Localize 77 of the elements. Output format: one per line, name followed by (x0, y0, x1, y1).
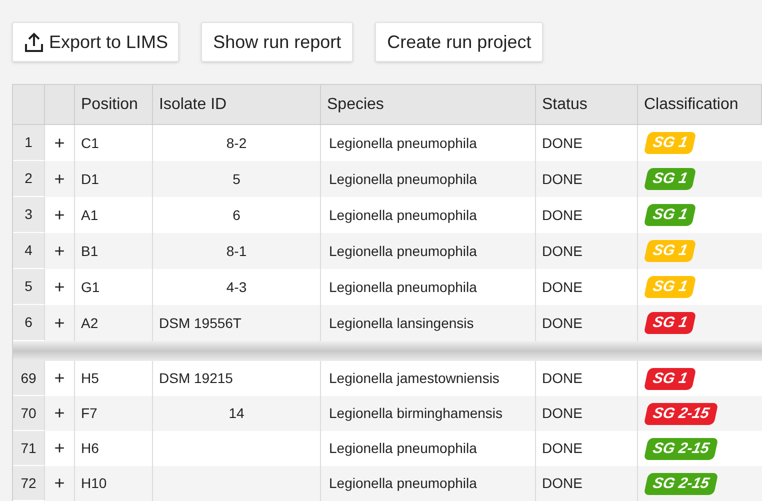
table-cell-text: Legionella jamestowniensis (329, 369, 500, 388)
column-header[interactable]: Isolate ID (159, 92, 227, 116)
table-cell-text: 14 (228, 404, 244, 423)
table-cell-text: A1 (81, 206, 98, 224)
table-cell-text: DSM 19556T (159, 314, 242, 332)
table-cell-text: Legionella pneumophila (329, 474, 477, 493)
expand-toggle[interactable]: + (54, 202, 65, 228)
table-cell-text: 8-1 (226, 242, 247, 260)
table-cell-text: C1 (81, 134, 99, 152)
column-header[interactable]: Species (327, 92, 384, 116)
table-cell-text: DONE (542, 206, 582, 224)
table-cell-text: Legionella pneumophila (329, 242, 477, 261)
classification-tag: SG 2-15 (644, 438, 718, 460)
table-cell-text: H6 (81, 439, 99, 458)
table-cell-text: DONE (542, 134, 582, 152)
toolbar-button[interactable]: Show run report (201, 22, 354, 62)
table-cell-text: H5 (81, 369, 99, 388)
row-number: 71 (20, 438, 36, 458)
row-number: 70 (20, 404, 36, 422)
table-cell-text: 4-3 (226, 278, 247, 296)
table-cell-text: 6 (232, 206, 240, 224)
classification-tag: SG 1 (644, 276, 697, 298)
column-header[interactable]: Status (542, 92, 588, 116)
toolbar-button[interactable]: Create run project (375, 22, 544, 62)
expand-toggle[interactable]: + (54, 365, 65, 392)
table-cell-text: Legionella pneumophila (329, 134, 477, 153)
toolbar-button[interactable]: Export to LIMS (12, 22, 180, 62)
table-cell-text: DONE (542, 314, 582, 332)
expand-toggle[interactable]: + (54, 435, 65, 462)
column-header[interactable]: Position (81, 92, 138, 116)
table-cell-text: DONE (542, 170, 582, 188)
classification-tag: SG 1 (644, 312, 697, 334)
table-cell-text: DONE (542, 242, 582, 260)
expand-toggle[interactable]: + (54, 238, 65, 264)
table-cell-text: A2 (81, 314, 98, 332)
row-number: 4 (24, 241, 32, 260)
classification-tag: SG 2-15 (644, 472, 718, 494)
classification-tag: SG 1 (644, 132, 697, 154)
table-cell-text: Legionella pneumophila (329, 206, 477, 225)
table-cell-text: G1 (81, 278, 100, 296)
expand-toggle[interactable]: + (54, 166, 65, 192)
expand-toggle[interactable]: + (54, 400, 65, 427)
classification-tag: SG 1 (644, 168, 697, 190)
table-cell-text: Legionella lansingensis (329, 314, 474, 333)
expand-toggle[interactable]: + (54, 274, 65, 300)
row-number: 5 (24, 277, 32, 296)
table-cell-text: DONE (542, 474, 582, 493)
table-cell-text: B1 (81, 242, 98, 260)
classification-tag: SG 1 (644, 368, 697, 390)
expand-toggle[interactable]: + (54, 310, 65, 336)
row-number: 1 (24, 133, 32, 152)
table-cell-text: DONE (542, 439, 582, 458)
table-cell-text: DONE (542, 404, 582, 423)
classification-tag: SG 1 (644, 204, 697, 226)
table-cell-text: 5 (232, 170, 240, 188)
row-number: 6 (24, 313, 32, 332)
table-cell-text: DONE (542, 278, 582, 296)
upload-icon (23, 31, 45, 53)
table-cell-text: Legionella birminghamensis (329, 404, 503, 423)
row-number: 69 (20, 368, 36, 388)
table-cell-text: 8-2 (226, 134, 247, 152)
expand-toggle[interactable]: + (54, 470, 65, 497)
table-cell-text: DONE (542, 369, 582, 388)
classification-tag: SG 2-15 (644, 402, 718, 424)
table-cell-text: Legionella pneumophila (329, 439, 477, 458)
table-cell-text: F7 (81, 404, 98, 423)
classification-tag: SG 1 (644, 240, 697, 262)
table-cell-text: D1 (81, 170, 99, 188)
row-number: 72 (20, 474, 36, 492)
table-cell-text: DSM 19215 (159, 369, 233, 388)
table-cell-text: Legionella pneumophila (329, 170, 477, 189)
row-number: 2 (24, 169, 32, 188)
table-cell-text: Legionella pneumophila (329, 278, 477, 297)
table-cell-text: H10 (81, 474, 107, 493)
row-number: 3 (24, 205, 32, 224)
expand-toggle[interactable]: + (54, 130, 65, 156)
column-header[interactable]: Classification (644, 92, 738, 116)
